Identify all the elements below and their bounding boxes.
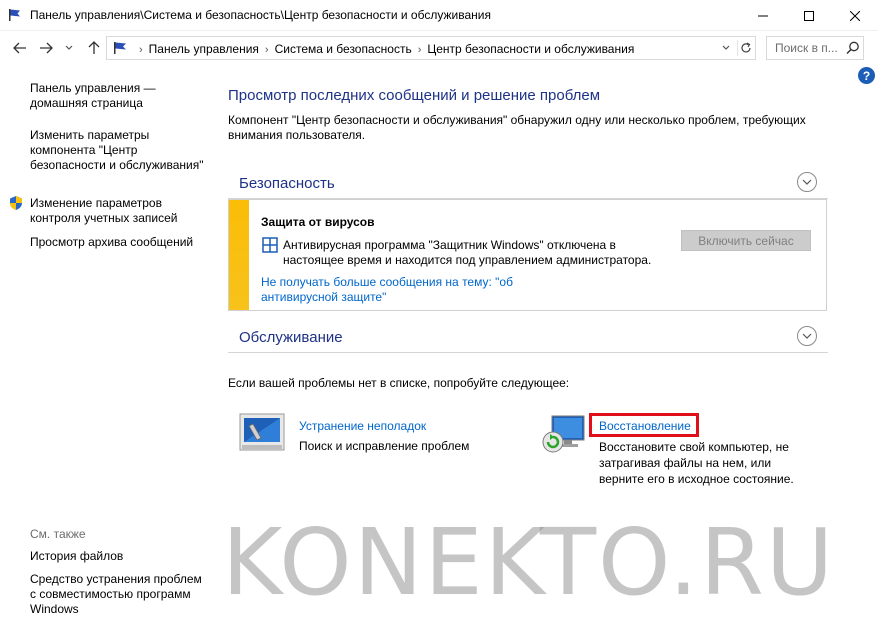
page-description: Компонент "Центр безопасности и обслужив…	[228, 113, 806, 142]
warning-stripe	[229, 200, 249, 310]
troubleshooting-link[interactable]: Устранение неполадок	[299, 419, 426, 433]
sidebar-link-compatibility-troubleshooter[interactable]: Средство устранения проблем с совместимо…	[30, 572, 205, 617]
close-icon	[850, 10, 860, 21]
chevron-down-icon	[802, 333, 812, 339]
alert-title: Защита от вирусов	[261, 215, 375, 229]
sidebar-link-uac-settings[interactable]: Изменение параметров контроля учетных за…	[30, 196, 205, 226]
navigation-bar: › Панель управления › Система и безопасност…	[0, 31, 878, 65]
arrow-up-icon	[88, 41, 100, 54]
chevron-down-icon	[802, 179, 812, 185]
watermark-text: KONEKTO.RU	[222, 509, 836, 616]
breadcrumb-item-security-center[interactable]: Центр безопасности и обслуживания	[427, 42, 634, 56]
troubleshooting-description: Поиск и исправление проблем	[299, 439, 470, 453]
refresh-icon	[740, 42, 751, 53]
maintenance-section-header[interactable]: Обслуживание	[228, 321, 828, 353]
sidebar-link-home[interactable]: Панель управления — домашняя страница	[30, 81, 205, 111]
address-bar[interactable]: › Панель управления › Система и безопасност…	[106, 36, 756, 60]
security-section-header[interactable]: Безопасность	[228, 167, 828, 199]
troubleshooting-icon[interactable]	[239, 412, 287, 454]
security-section-title: Безопасность	[239, 175, 335, 192]
virus-protection-alert: Защита от вирусов Антивирусная программа…	[228, 199, 827, 311]
breadcrumb-separator: ›	[417, 44, 422, 56]
sidebar-link-change-settings[interactable]: Изменить параметры компонента "Центр без…	[30, 128, 205, 173]
breadcrumb: › Панель управления › Система и безопасност…	[133, 42, 634, 56]
recovery-description: Восстановите свой компьютер, не затрагив…	[599, 440, 794, 486]
back-button[interactable]	[10, 38, 30, 58]
breadcrumb-separator: ›	[139, 44, 143, 56]
address-history-button[interactable]	[719, 40, 733, 56]
search-box[interactable]	[766, 36, 864, 60]
search-input[interactable]	[767, 37, 845, 59]
arrow-left-icon	[13, 42, 26, 54]
recovery-icon[interactable]	[540, 412, 588, 456]
sidebar-link-file-history[interactable]: История файлов	[30, 549, 205, 564]
maintenance-collapse-button[interactable]	[797, 326, 817, 346]
control-panel-flag-icon	[114, 42, 126, 54]
close-button[interactable]	[832, 0, 878, 31]
breadcrumb-item-control-panel[interactable]: Панель управления	[149, 42, 259, 56]
forward-button[interactable]	[36, 38, 56, 58]
control-panel-flag-icon	[9, 9, 20, 21]
chevron-down-icon	[65, 45, 73, 50]
arrow-right-icon	[40, 42, 53, 54]
title-bar: Панель управления\Система и безопасность…	[0, 0, 878, 31]
breadcrumb-separator: ›	[264, 44, 269, 56]
dont-show-again-link[interactable]: Не получать больше сообщения на тему: "о…	[261, 275, 561, 305]
search-icon[interactable]	[845, 40, 861, 56]
maintenance-section-title: Обслуживание	[239, 329, 343, 346]
breadcrumb-item-system-security[interactable]: Система и безопасность	[275, 42, 412, 56]
maximize-icon	[804, 10, 814, 21]
page-title: Просмотр последних сообщений и решение п…	[228, 87, 601, 104]
up-button[interactable]	[84, 38, 104, 58]
window-title: Панель управления\Система и безопасность…	[30, 8, 491, 22]
sidebar-link-message-archive[interactable]: Просмотр архива сообщений	[30, 235, 205, 250]
minimize-icon	[758, 15, 768, 16]
windows-defender-icon	[262, 237, 278, 253]
chevron-down-icon	[722, 45, 730, 50]
enable-now-button[interactable]: Включить сейчас	[681, 230, 811, 251]
try-following-text: Если вашей проблемы нет в списке, попроб…	[228, 376, 570, 390]
minimize-button[interactable]	[740, 0, 786, 31]
alert-text: Антивирусная программа "Защитник Windows…	[283, 238, 652, 267]
maximize-button[interactable]	[786, 0, 832, 31]
refresh-button[interactable]	[737, 40, 753, 56]
see-also-heading: См. также	[30, 527, 86, 541]
recent-locations-button[interactable]	[62, 38, 76, 58]
recovery-link[interactable]: Восстановление	[599, 419, 691, 433]
security-collapse-button[interactable]	[797, 172, 817, 192]
help-icon[interactable]: ?	[858, 67, 875, 84]
uac-shield-icon	[10, 196, 22, 210]
